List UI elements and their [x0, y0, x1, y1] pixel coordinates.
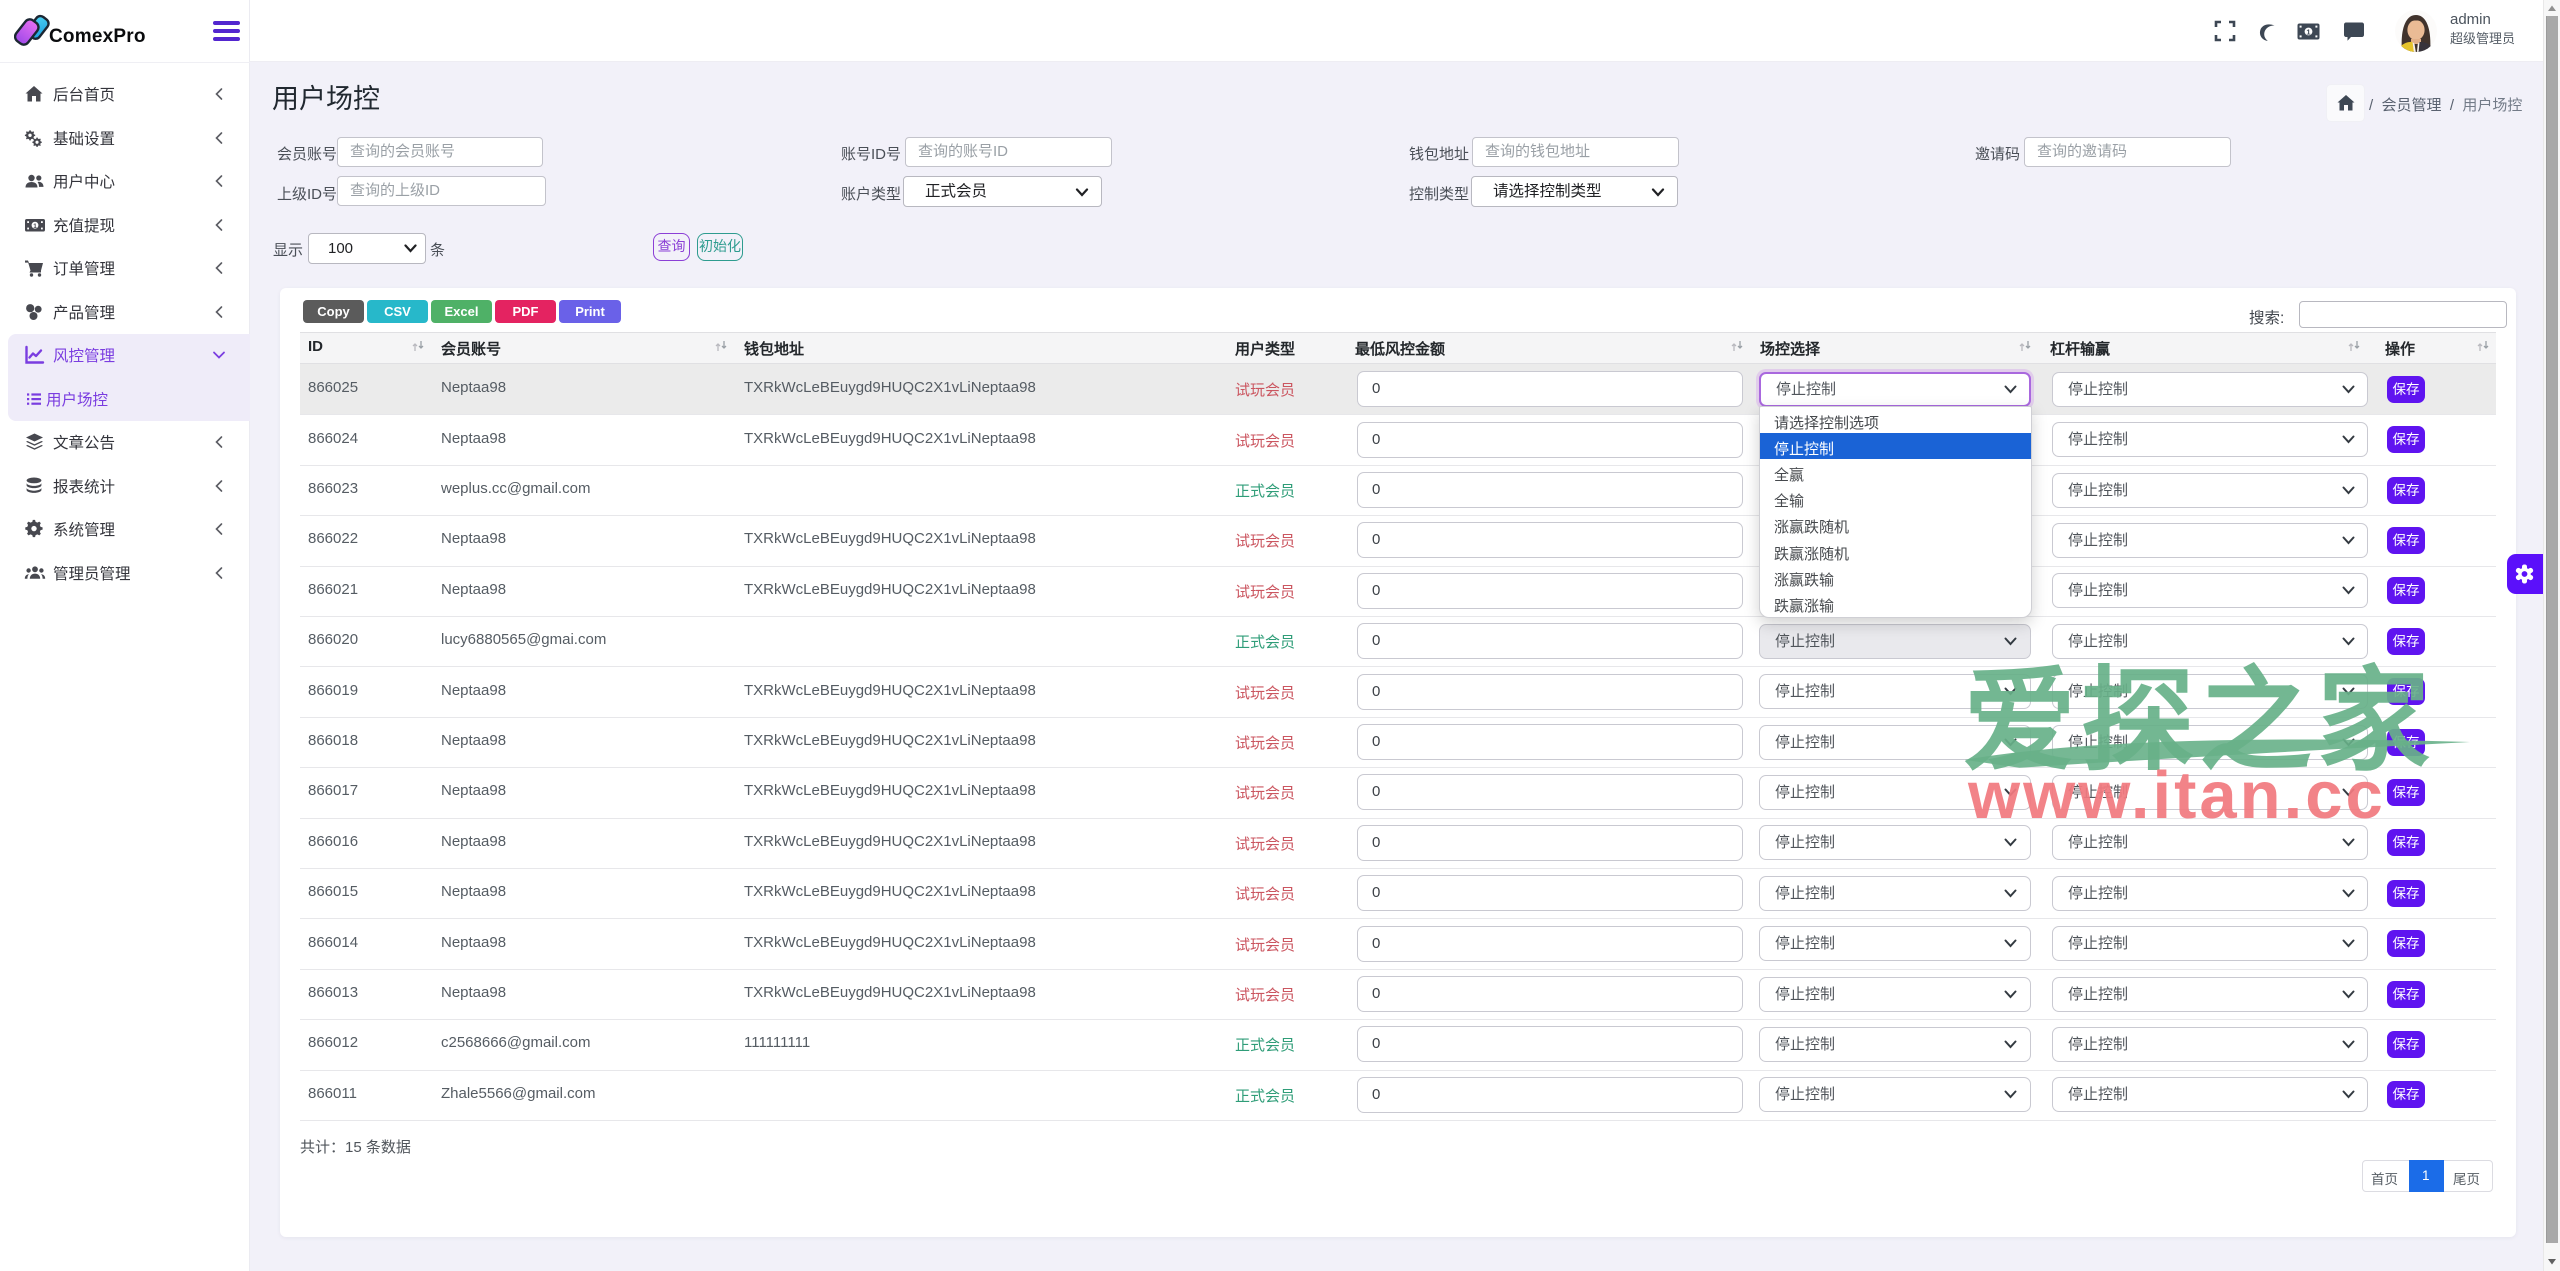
svg-text:1: 1: [33, 223, 37, 230]
svg-text:1: 1: [2306, 27, 2310, 36]
